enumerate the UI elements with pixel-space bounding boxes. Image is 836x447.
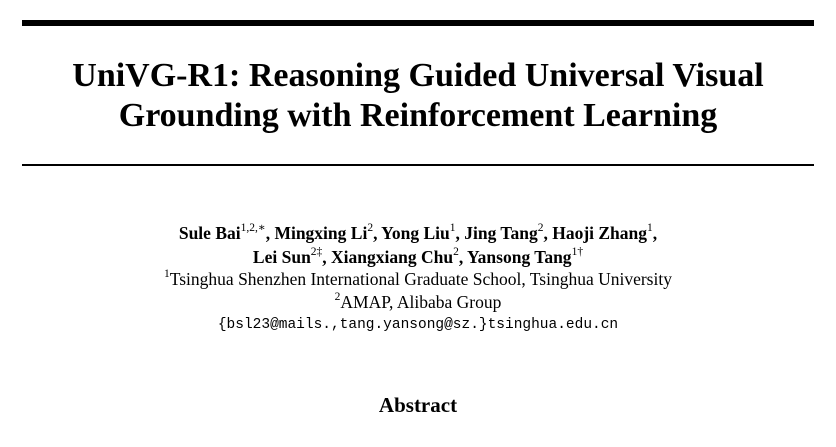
paper-title: UniVG-R1: Reasoning Guided Universal Vis… bbox=[0, 56, 836, 136]
abstract-heading: Abstract bbox=[378, 393, 458, 417]
author-name: Jing Tang bbox=[464, 223, 538, 243]
author-name: Xiangxiang Chu bbox=[331, 247, 454, 267]
affiliation-mark: 1 bbox=[164, 268, 170, 281]
author-marks: 2 bbox=[453, 246, 459, 259]
author-marks: 1 bbox=[647, 222, 653, 235]
title-line-2: Grounding with Reinforcement Learning bbox=[118, 97, 718, 134]
affiliations: 1Tsinghua Shenzhen International Graduat… bbox=[0, 268, 836, 314]
top-rule bbox=[22, 20, 814, 26]
affiliation-text: Tsinghua Shenzhen International Graduate… bbox=[169, 269, 672, 289]
author-marks: 1 bbox=[449, 222, 456, 235]
author-list: Sule Bai1,2,∗, Mingxing Li2, Yong Liu1, … bbox=[0, 221, 836, 269]
author-name: Mingxing Li bbox=[274, 223, 368, 243]
author-line-1: Sule Bai1,2,∗, Mingxing Li2, Yong Liu1, … bbox=[178, 222, 658, 243]
author-marks: 1,2,∗ bbox=[240, 222, 266, 235]
author-marks: 1† bbox=[571, 246, 584, 259]
author-marks: 2 bbox=[537, 222, 544, 235]
author-marks: 2‡ bbox=[310, 246, 323, 259]
author-marks: 2 bbox=[367, 222, 374, 235]
author-name: Yong Liu bbox=[381, 223, 450, 243]
title-rule bbox=[22, 164, 814, 166]
affiliation-text: AMAP, Alibaba Group bbox=[340, 292, 502, 312]
author-name: Sule Bai bbox=[178, 223, 241, 243]
affiliation-2: 2AMAP, Alibaba Group bbox=[0, 291, 836, 314]
author-name: Haoji Zhang bbox=[552, 223, 648, 243]
title-line-1: UniVG-R1: Reasoning Guided Universal Vis… bbox=[72, 57, 764, 94]
author-line-2: Lei Sun2‡, Xiangxiang Chu2, Yansong Tang… bbox=[252, 246, 584, 267]
contact-email: {bsl23@mails.,tang.yansong@sz.}tsinghua.… bbox=[217, 317, 619, 333]
affiliation-1: 1Tsinghua Shenzhen International Graduat… bbox=[0, 268, 836, 291]
author-name: Lei Sun bbox=[252, 247, 311, 267]
author-name: Yansong Tang bbox=[466, 247, 572, 267]
affiliation-mark: 2 bbox=[334, 291, 341, 304]
